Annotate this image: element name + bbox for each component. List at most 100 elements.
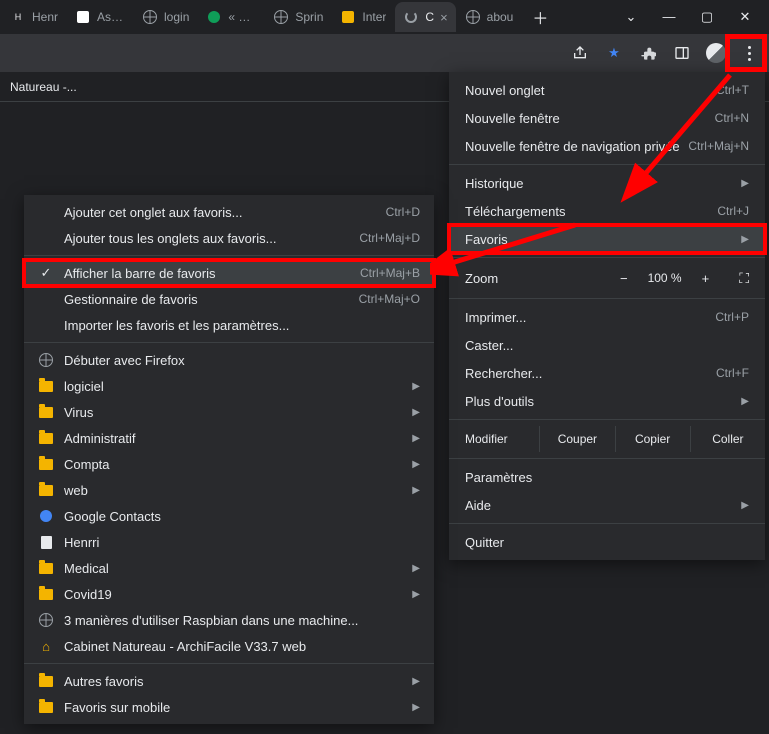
submenu-label: Covid19 [64, 587, 402, 602]
menu-downloads[interactable]: Téléchargements Ctrl+J [449, 197, 765, 225]
favicon-white [75, 9, 91, 25]
tab-4[interactable]: Sprin [265, 2, 331, 32]
menu-label: Téléchargements [465, 204, 565, 219]
menu-cut[interactable]: Couper [539, 426, 614, 452]
submenu-label: Administratif [64, 431, 402, 446]
new-tab-button[interactable]: ＋ [526, 3, 554, 31]
favicon-yellow [340, 9, 356, 25]
submenu-raspbian[interactable]: 3 manières d'utiliser Raspbian dans une … [24, 607, 434, 633]
shortcut: Ctrl+F [716, 366, 749, 380]
submenu-folder-admin[interactable]: Administratif ▶ [24, 425, 434, 451]
menu-find[interactable]: Rechercher... Ctrl+F [449, 359, 765, 387]
chevron-right-icon: ▶ [741, 500, 749, 511]
close-window-button[interactable]: ✕ [735, 9, 755, 25]
menu-label: Historique [465, 176, 524, 191]
zoom-in-button[interactable]: + [696, 271, 716, 286]
menu-zoom: Zoom − 100 % + ⛶ [449, 262, 765, 294]
menu-separator [449, 164, 765, 165]
sidepanel-icon[interactable] [672, 43, 692, 63]
submenu-henrri[interactable]: Henrri [24, 529, 434, 555]
globe-icon [465, 9, 481, 25]
submenu-import[interactable]: Importer les favoris et les paramètres..… [24, 312, 434, 338]
menu-new-tab[interactable]: Nouvel onglet Ctrl+T [449, 76, 765, 104]
tab-0[interactable]: H Henr [2, 2, 66, 32]
home-icon: ⌂ [38, 638, 54, 654]
minimize-button[interactable]: — [659, 9, 679, 25]
menu-separator [449, 257, 765, 258]
zoom-out-button[interactable]: − [614, 271, 634, 286]
menu-settings[interactable]: Paramètres [449, 463, 765, 491]
submenu-folder-virus[interactable]: Virus ▶ [24, 399, 434, 425]
folder-icon [38, 560, 54, 576]
menu-separator [24, 255, 434, 256]
fullscreen-icon[interactable]: ⛶ [739, 270, 749, 287]
bookmark-star-icon[interactable]: ★ [604, 43, 624, 63]
folder-icon [38, 699, 54, 715]
chevron-right-icon: ▶ [412, 381, 420, 392]
submenu-folder-compta[interactable]: Compta ▶ [24, 451, 434, 477]
menu-label: Nouvel onglet [465, 83, 545, 98]
menu-label: Paramètres [465, 470, 532, 485]
globe-icon [38, 612, 54, 628]
page-icon [38, 534, 54, 550]
submenu-label: Autres favoris [64, 674, 402, 689]
menu-new-incognito[interactable]: Nouvelle fenêtre de navigation privée Ct… [449, 132, 765, 160]
avatar[interactable] [706, 43, 726, 63]
tab-strip: H Henr Assis login « Bou Sprin Inter C ×… [0, 0, 769, 34]
folder-icon [38, 378, 54, 394]
folder-icon [38, 482, 54, 498]
bookmarks-submenu: Ajouter cet onglet aux favoris... Ctrl+D… [24, 195, 434, 724]
submenu-folder-medical[interactable]: Medical ▶ [24, 555, 434, 581]
submenu-firefox[interactable]: Débuter avec Firefox [24, 347, 434, 373]
search-tabs-icon[interactable]: ⌄ [621, 9, 641, 25]
tab-7[interactable]: abou [457, 2, 522, 32]
menu-label: Aide [465, 498, 491, 513]
submenu-contacts[interactable]: Google Contacts [24, 503, 434, 529]
submenu-add-all[interactable]: Ajouter tous les onglets aux favoris... … [24, 225, 434, 251]
tab-1[interactable]: Assis [67, 2, 133, 32]
menu-copy[interactable]: Copier [615, 426, 690, 452]
menu-bookmarks[interactable]: Favoris ▶ [449, 225, 765, 253]
shortcut: Ctrl+N [715, 111, 749, 125]
main-menu: Nouvel onglet Ctrl+T Nouvelle fenêtre Ct… [449, 72, 765, 560]
shortcut: Ctrl+Maj+N [688, 139, 749, 153]
submenu-show-bar[interactable]: ✓ Afficher la barre de favoris Ctrl+Maj+… [24, 260, 434, 286]
submenu-other-bookmarks[interactable]: Autres favoris ▶ [24, 668, 434, 694]
submenu-folder-logiciel[interactable]: logiciel ▶ [24, 373, 434, 399]
chevron-right-icon: ▶ [412, 563, 420, 574]
submenu-folder-web[interactable]: web ▶ [24, 477, 434, 503]
contacts-icon [38, 508, 54, 524]
submenu-add-tab[interactable]: Ajouter cet onglet aux favoris... Ctrl+D [24, 199, 434, 225]
extensions-icon[interactable] [638, 43, 658, 63]
tab-label: Sprin [295, 10, 323, 24]
zoom-label: Zoom [465, 271, 614, 286]
bookmark-item[interactable]: Natureau -... [10, 80, 77, 94]
chevron-right-icon: ▶ [741, 178, 749, 189]
menu-edit-label: Modifier [449, 426, 539, 452]
menu-paste[interactable]: Coller [690, 426, 765, 452]
close-icon[interactable]: × [440, 10, 448, 25]
tab-5[interactable]: Inter [332, 2, 394, 32]
share-icon[interactable] [570, 43, 590, 63]
submenu-folder-covid[interactable]: Covid19 ▶ [24, 581, 434, 607]
menu-quit[interactable]: Quitter [449, 528, 765, 556]
menu-print[interactable]: Imprimer... Ctrl+P [449, 303, 765, 331]
tab-2[interactable]: login [134, 2, 197, 32]
chevron-right-icon: ▶ [412, 676, 420, 687]
menu-new-window[interactable]: Nouvelle fenêtre Ctrl+N [449, 104, 765, 132]
menu-more-tools[interactable]: Plus d'outils ▶ [449, 387, 765, 415]
maximize-button[interactable]: ▢ [697, 9, 717, 25]
menu-history[interactable]: Historique ▶ [449, 169, 765, 197]
submenu-manager[interactable]: Gestionnaire de favoris Ctrl+Maj+O [24, 286, 434, 312]
tab-active[interactable]: C × [395, 2, 455, 32]
menu-kebab-icon[interactable] [740, 40, 759, 67]
menu-help[interactable]: Aide ▶ [449, 491, 765, 519]
folder-icon [38, 430, 54, 446]
tab-label: login [164, 10, 189, 24]
tab-3[interactable]: « Bou [198, 2, 264, 32]
submenu-label: Gestionnaire de favoris [64, 292, 349, 307]
menu-cast[interactable]: Caster... [449, 331, 765, 359]
submenu-cabinet[interactable]: ⌂ Cabinet Natureau - ArchiFacile V33.7 w… [24, 633, 434, 659]
menu-separator [449, 523, 765, 524]
submenu-mobile-bookmarks[interactable]: Favoris sur mobile ▶ [24, 694, 434, 720]
